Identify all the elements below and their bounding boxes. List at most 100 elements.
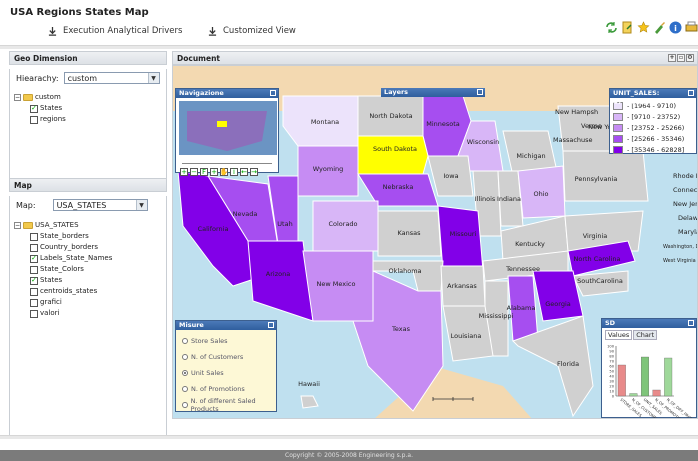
- geo-tree-item: regions: [14, 114, 162, 125]
- legend-header: UNIT_SALES: 47750.00: [610, 89, 696, 106]
- map-tree-item-label: States: [40, 276, 63, 284]
- map-panel: Map Map: USA_STATES ▼ − USA_STATES State…: [9, 178, 167, 439]
- checkbox-state-borders[interactable]: [30, 232, 38, 241]
- radio-button[interactable]: [182, 354, 188, 360]
- star-icon[interactable]: [637, 21, 650, 34]
- map-panel-body: Map: USA_STATES ▼ − USA_STATES State_bor…: [9, 196, 167, 439]
- zoom-box-icon[interactable]: +: [210, 168, 218, 176]
- measure-option[interactable]: N. of different Saled Products: [176, 397, 276, 413]
- zoom-out-icon[interactable]: −: [190, 168, 198, 176]
- state-label: Ohio: [533, 190, 548, 198]
- state-label: Oklahoma: [388, 267, 421, 275]
- minimize-icon[interactable]: [477, 89, 483, 95]
- info-icon[interactable]: i: [669, 21, 682, 34]
- state-label: New Mexico: [317, 280, 356, 288]
- chevron-down-icon[interactable]: ▼: [135, 200, 147, 210]
- measures-list: Store Sales N. of Customers Unit Sales N. o…: [176, 330, 276, 413]
- layers-panel[interactable]: Layers: [381, 88, 485, 97]
- radio-button[interactable]: [182, 386, 188, 392]
- radio-button[interactable]: [182, 370, 188, 376]
- checkbox-state-colors[interactable]: [30, 265, 38, 274]
- state-missouri[interactable]: [437, 205, 484, 272]
- legend-row: - [25266 - 35346): [610, 133, 696, 144]
- left-column: Geo Dimension Hiearachy: custom ▼ − cust…: [9, 51, 167, 439]
- execution-analytical-drivers-label: Execution Analytical Drivers: [63, 26, 183, 36]
- map-tree-item-label: Labels_State_Names: [40, 254, 113, 262]
- add-icon[interactable]: +: [668, 54, 676, 62]
- bar: [641, 356, 649, 397]
- radio-button[interactable]: [182, 402, 188, 408]
- print-icon[interactable]: [685, 21, 698, 34]
- navigation-overview-map[interactable]: [179, 101, 277, 155]
- pan-hand-icon[interactable]: ✋: [220, 168, 228, 176]
- checkbox-states[interactable]: ✓: [30, 104, 38, 113]
- sd-bar-chart: 1009080706050403020100STORE_SALESN_OF_CU…: [607, 345, 697, 419]
- minimize-icon[interactable]: [268, 322, 274, 328]
- map-tree-item-label: valori: [40, 309, 60, 317]
- collapse-icon[interactable]: −: [14, 94, 21, 101]
- zoom-slider[interactable]: [182, 158, 272, 164]
- checkbox-states[interactable]: ✓: [30, 276, 38, 285]
- measure-option-label: N. of different Saled Products: [190, 397, 256, 413]
- layers-title: Layers: [384, 88, 409, 96]
- state-label: Illinois: [475, 195, 496, 203]
- window-icon[interactable]: ▫: [677, 54, 685, 62]
- east-state-label: Vermo: [581, 122, 602, 130]
- y-tick-label: 10: [609, 390, 614, 394]
- bar: [664, 357, 673, 397]
- state-label: Texas: [391, 325, 411, 333]
- minimize-icon[interactable]: [688, 320, 694, 326]
- zoom-in-icon[interactable]: +: [180, 168, 188, 176]
- measure-option[interactable]: N. of Promotions: [176, 381, 276, 397]
- footer: Copyright © 2005-2008 Engineering s.p.a.: [0, 450, 698, 461]
- minimize-icon[interactable]: [688, 90, 694, 96]
- top-splitter[interactable]: [0, 45, 698, 49]
- tab-chart[interactable]: Chart: [633, 330, 658, 340]
- state-label: Missouri: [450, 230, 477, 238]
- state-label: Tennessee: [505, 265, 540, 273]
- map-canvas[interactable]: Montana North Dakota Minnesota Wisconsin Mic…: [172, 65, 698, 419]
- checkbox-country-borders[interactable]: [30, 243, 38, 252]
- measure-option[interactable]: N. of Customers: [176, 349, 276, 365]
- customized-view-link[interactable]: Customized View: [208, 26, 296, 36]
- checkbox-valori[interactable]: [30, 309, 38, 318]
- y-tick-label: 100: [607, 345, 615, 349]
- state-label: Wisconsin: [467, 138, 499, 146]
- chevron-down-icon[interactable]: ▼: [147, 73, 159, 83]
- navigation-title: Navigazione: [179, 89, 224, 97]
- back-arrow-icon[interactable]: ←: [240, 168, 248, 176]
- settings-icon[interactable]: ⚙: [686, 54, 694, 62]
- sd-title: SD: [605, 319, 616, 327]
- brush-icon[interactable]: [653, 21, 666, 34]
- tab-values[interactable]: Values: [605, 330, 633, 340]
- zoom-extent-icon[interactable]: F: [200, 168, 208, 176]
- checkbox-regions[interactable]: [30, 115, 38, 124]
- forward-arrow-icon[interactable]: →: [250, 168, 258, 176]
- measure-option[interactable]: Unit Sales: [176, 365, 276, 381]
- hierarchy-select[interactable]: custom ▼: [63, 72, 160, 84]
- radio-button[interactable]: [182, 338, 188, 344]
- east-state-label: Marylan: [678, 228, 698, 236]
- checkbox-centroids-states[interactable]: [30, 287, 38, 296]
- map-tree: − USA_STATES State_borders Country_borde…: [10, 218, 166, 321]
- navigation-header: Navigazione: [176, 89, 278, 98]
- minimize-icon[interactable]: [270, 90, 276, 96]
- state-label: Colorado: [328, 220, 357, 228]
- map-select[interactable]: USA_STATES ▼: [52, 199, 148, 211]
- info-icon[interactable]: i: [230, 168, 238, 176]
- state-label: Michigan: [516, 152, 545, 160]
- folder-icon: [23, 222, 33, 229]
- checkbox-labels-state-names[interactable]: ✓: [30, 254, 38, 263]
- measure-option[interactable]: Store Sales: [176, 333, 276, 349]
- bottom-splitter[interactable]: [0, 435, 698, 439]
- state-south-dakota[interactable]: [357, 135, 429, 175]
- checkbox-grafici[interactable]: [30, 298, 38, 307]
- export-icon[interactable]: [621, 21, 634, 34]
- refresh-icon[interactable]: [605, 21, 618, 34]
- state-label: South Dakota: [373, 145, 417, 153]
- state-label: Wyoming: [313, 165, 344, 173]
- execution-analytical-drivers-link[interactable]: Execution Analytical Drivers: [48, 26, 182, 36]
- measures-panel: Misure Store Sales N. of Customers Unit Sa…: [175, 320, 277, 413]
- y-tick-label: 60: [609, 365, 614, 369]
- collapse-icon[interactable]: −: [14, 222, 21, 229]
